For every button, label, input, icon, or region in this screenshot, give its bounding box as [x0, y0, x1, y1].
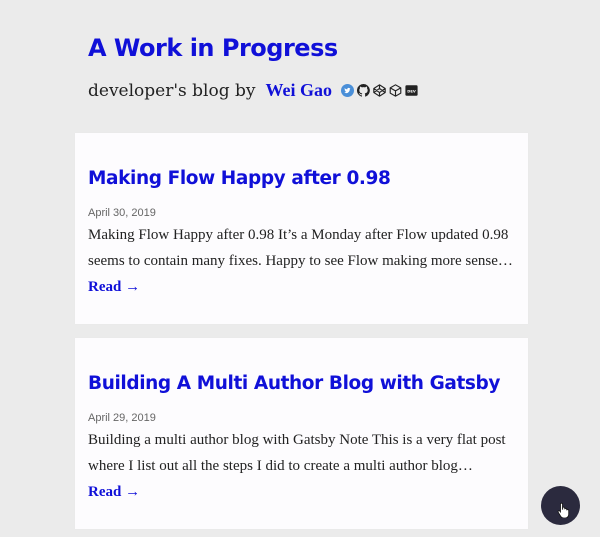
post-card: Building A Multi Author Blog with Gatsby…: [75, 338, 528, 529]
tagline: developer's blog by: [88, 80, 256, 101]
post-excerpt-text: Building a multi author blog with Gatsby…: [88, 432, 506, 474]
dev-badge-label: DEV: [407, 89, 416, 93]
post-excerpt: Building a multi author blog with Gatsby…: [88, 427, 520, 505]
codepen-icon[interactable]: [373, 84, 386, 97]
post-title-link[interactable]: Building A Multi Author Blog with Gatsby: [88, 373, 500, 394]
post-date: April 30, 2019: [88, 207, 156, 219]
floating-action-button[interactable]: [541, 486, 580, 525]
read-more-link[interactable]: Read →: [88, 279, 140, 295]
post-date: April 29, 2019: [88, 412, 156, 424]
post-excerpt-text: Making Flow Happy after 0.98 It’s a Mond…: [88, 227, 513, 269]
hand-pointer-icon: [557, 502, 569, 518]
read-more-link[interactable]: Read →: [88, 484, 140, 500]
site-title[interactable]: A Work in Progress: [88, 34, 338, 62]
post-title-link[interactable]: Making Flow Happy after 0.98: [88, 168, 391, 189]
codesandbox-icon[interactable]: [389, 84, 402, 97]
author-link[interactable]: Wei Gao: [265, 80, 332, 101]
twitter-icon[interactable]: [340, 84, 354, 97]
dev-icon[interactable]: DEV: [405, 84, 418, 97]
github-icon[interactable]: [356, 84, 370, 97]
post-excerpt: Making Flow Happy after 0.98 It’s a Mond…: [88, 222, 520, 300]
social-links: DEV: [340, 84, 418, 97]
byline: developer's blog by Wei Gao DEV: [88, 80, 418, 101]
post-card: Making Flow Happy after 0.98 April 30, 2…: [75, 133, 528, 324]
